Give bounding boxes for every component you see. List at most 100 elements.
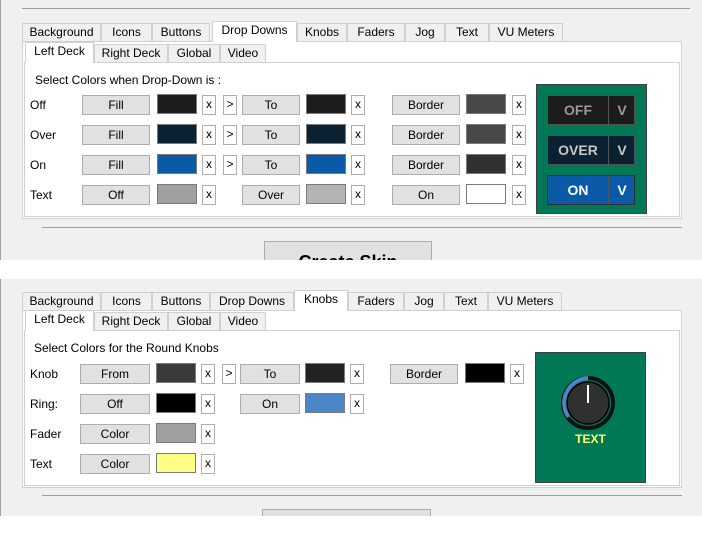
row-label-knob: Knob bbox=[30, 367, 59, 381]
tab-background[interactable]: Background bbox=[22, 292, 101, 310]
off-to-clear-button[interactable]: x bbox=[351, 95, 365, 115]
tab-text[interactable]: Text bbox=[444, 292, 488, 310]
tab-drop-downs[interactable]: Drop Downs bbox=[210, 292, 294, 310]
tab-icons[interactable]: Icons bbox=[101, 292, 152, 310]
on-fill-swatch[interactable] bbox=[157, 154, 197, 174]
on-fill-button[interactable]: Fill bbox=[82, 155, 150, 175]
tab-knobs[interactable]: Knobs bbox=[297, 23, 347, 41]
bottom-divider-1 bbox=[42, 227, 682, 228]
ring-on-button[interactable]: On bbox=[240, 394, 300, 414]
over-border-swatch[interactable] bbox=[466, 124, 506, 144]
tab-text[interactable]: Text bbox=[445, 23, 489, 41]
off-arrow-button[interactable]: > bbox=[223, 95, 237, 115]
tab-jog[interactable]: Jog bbox=[405, 23, 445, 41]
knob-to-button[interactable]: To bbox=[240, 364, 300, 384]
fader-color-swatch[interactable] bbox=[156, 423, 196, 443]
text-on-clear-button[interactable]: x bbox=[512, 185, 526, 205]
fader-color-button[interactable]: Color bbox=[80, 424, 150, 444]
on-arrow-button[interactable]: > bbox=[223, 155, 237, 175]
on-fill-clear-button[interactable]: x bbox=[202, 155, 216, 175]
text-over-swatch[interactable] bbox=[306, 184, 346, 204]
over-fill-button[interactable]: Fill bbox=[82, 125, 150, 145]
knob-arrow-button[interactable]: > bbox=[222, 364, 236, 384]
knob-from-button[interactable]: From bbox=[80, 364, 150, 384]
knob-border-swatch[interactable] bbox=[465, 363, 505, 383]
on-border-clear-button[interactable]: x bbox=[512, 155, 526, 175]
preview-dropdown-off: OFF V bbox=[547, 95, 635, 125]
subtab-left-deck[interactable]: Left Deck bbox=[25, 310, 94, 331]
tab-background[interactable]: Background bbox=[22, 23, 101, 41]
tab-vu-meters[interactable]: VU Meters bbox=[489, 23, 563, 41]
subtab-global[interactable]: Global bbox=[168, 312, 220, 330]
knob-from-clear-button[interactable]: x bbox=[201, 364, 215, 384]
tab-faders[interactable]: Faders bbox=[347, 23, 405, 41]
over-to-clear-button[interactable]: x bbox=[351, 125, 365, 145]
row-label-fader: Fader bbox=[30, 427, 62, 441]
ring-off-button[interactable]: Off bbox=[80, 394, 150, 414]
knob-preview-text: TEXT bbox=[575, 432, 606, 446]
knob-to-swatch[interactable] bbox=[305, 363, 345, 383]
knob-text-color-swatch[interactable] bbox=[156, 453, 196, 473]
over-to-swatch[interactable] bbox=[306, 124, 346, 144]
subtab-right-deck[interactable]: Right Deck bbox=[94, 44, 168, 62]
row-label-ring: Ring: bbox=[30, 397, 59, 411]
ring-off-clear-button[interactable]: x bbox=[201, 394, 215, 414]
subtab-left-deck[interactable]: Left Deck bbox=[25, 42, 94, 63]
knob-from-swatch[interactable] bbox=[156, 363, 196, 383]
tab-icons[interactable]: Icons bbox=[101, 23, 152, 41]
knob-text-color-clear-button[interactable]: x bbox=[201, 454, 215, 474]
off-to-button[interactable]: To bbox=[242, 95, 300, 115]
tab-jog[interactable]: Jog bbox=[404, 292, 444, 310]
create-skin-button-2[interactable] bbox=[262, 509, 431, 516]
knob-preview: TEXT bbox=[535, 352, 646, 483]
text-off-swatch[interactable] bbox=[157, 184, 197, 204]
subtab-global[interactable]: Global bbox=[168, 44, 220, 62]
over-fill-clear-button[interactable]: x bbox=[202, 125, 216, 145]
drop-downs-heading: Select Colors when Drop-Down is : bbox=[35, 73, 222, 87]
text-off-button[interactable]: Off bbox=[82, 185, 150, 205]
tab-vu-meters[interactable]: VU Meters bbox=[488, 292, 562, 310]
off-fill-swatch[interactable] bbox=[157, 94, 197, 114]
text-over-button[interactable]: Over bbox=[242, 185, 300, 205]
knob-text-color-button[interactable]: Color bbox=[80, 454, 150, 474]
tab-knobs[interactable]: Knobs bbox=[294, 290, 348, 311]
over-border-button[interactable]: Border bbox=[392, 125, 460, 145]
off-border-swatch[interactable] bbox=[466, 94, 506, 114]
off-border-button[interactable]: Border bbox=[392, 95, 460, 115]
tab-buttons[interactable]: Buttons bbox=[152, 23, 210, 41]
over-arrow-button[interactable]: > bbox=[223, 125, 237, 145]
ring-on-swatch[interactable] bbox=[305, 393, 345, 413]
off-fill-button[interactable]: Fill bbox=[82, 95, 150, 115]
knob-border-clear-button[interactable]: x bbox=[510, 364, 524, 384]
knob-to-clear-button[interactable]: x bbox=[350, 364, 364, 384]
knob-border-button[interactable]: Border bbox=[390, 364, 458, 384]
subtab-right-deck[interactable]: Right Deck bbox=[94, 312, 168, 330]
tab-drop-downs[interactable]: Drop Downs bbox=[212, 21, 297, 42]
tab-buttons[interactable]: Buttons bbox=[152, 292, 210, 310]
over-to-button[interactable]: To bbox=[242, 125, 300, 145]
on-to-clear-button[interactable]: x bbox=[351, 155, 365, 175]
create-skin-button[interactable]: Create Skin bbox=[264, 241, 432, 260]
tab-faders[interactable]: Faders bbox=[348, 292, 404, 310]
text-off-clear-button[interactable]: x bbox=[202, 185, 216, 205]
ring-on-clear-button[interactable]: x bbox=[350, 394, 364, 414]
text-on-button[interactable]: On bbox=[392, 185, 460, 205]
off-border-clear-button[interactable]: x bbox=[512, 95, 526, 115]
text-on-swatch[interactable] bbox=[466, 184, 506, 204]
off-fill-clear-button[interactable]: x bbox=[202, 95, 216, 115]
off-to-swatch[interactable] bbox=[306, 94, 346, 114]
over-fill-swatch[interactable] bbox=[157, 124, 197, 144]
on-to-swatch[interactable] bbox=[306, 154, 346, 174]
subtab-video[interactable]: Video bbox=[220, 312, 266, 330]
on-border-swatch[interactable] bbox=[466, 154, 506, 174]
on-to-button[interactable]: To bbox=[242, 155, 300, 175]
ring-off-swatch[interactable] bbox=[156, 393, 196, 413]
on-border-button[interactable]: Border bbox=[392, 155, 460, 175]
row-label-off: Off bbox=[30, 98, 46, 112]
knobs-heading: Select Colors for the Round Knobs bbox=[34, 341, 219, 355]
left-edge-2 bbox=[0, 279, 1, 516]
subtab-video[interactable]: Video bbox=[220, 44, 266, 62]
over-border-clear-button[interactable]: x bbox=[512, 125, 526, 145]
fader-color-clear-button[interactable]: x bbox=[201, 424, 215, 444]
text-over-clear-button[interactable]: x bbox=[351, 185, 365, 205]
